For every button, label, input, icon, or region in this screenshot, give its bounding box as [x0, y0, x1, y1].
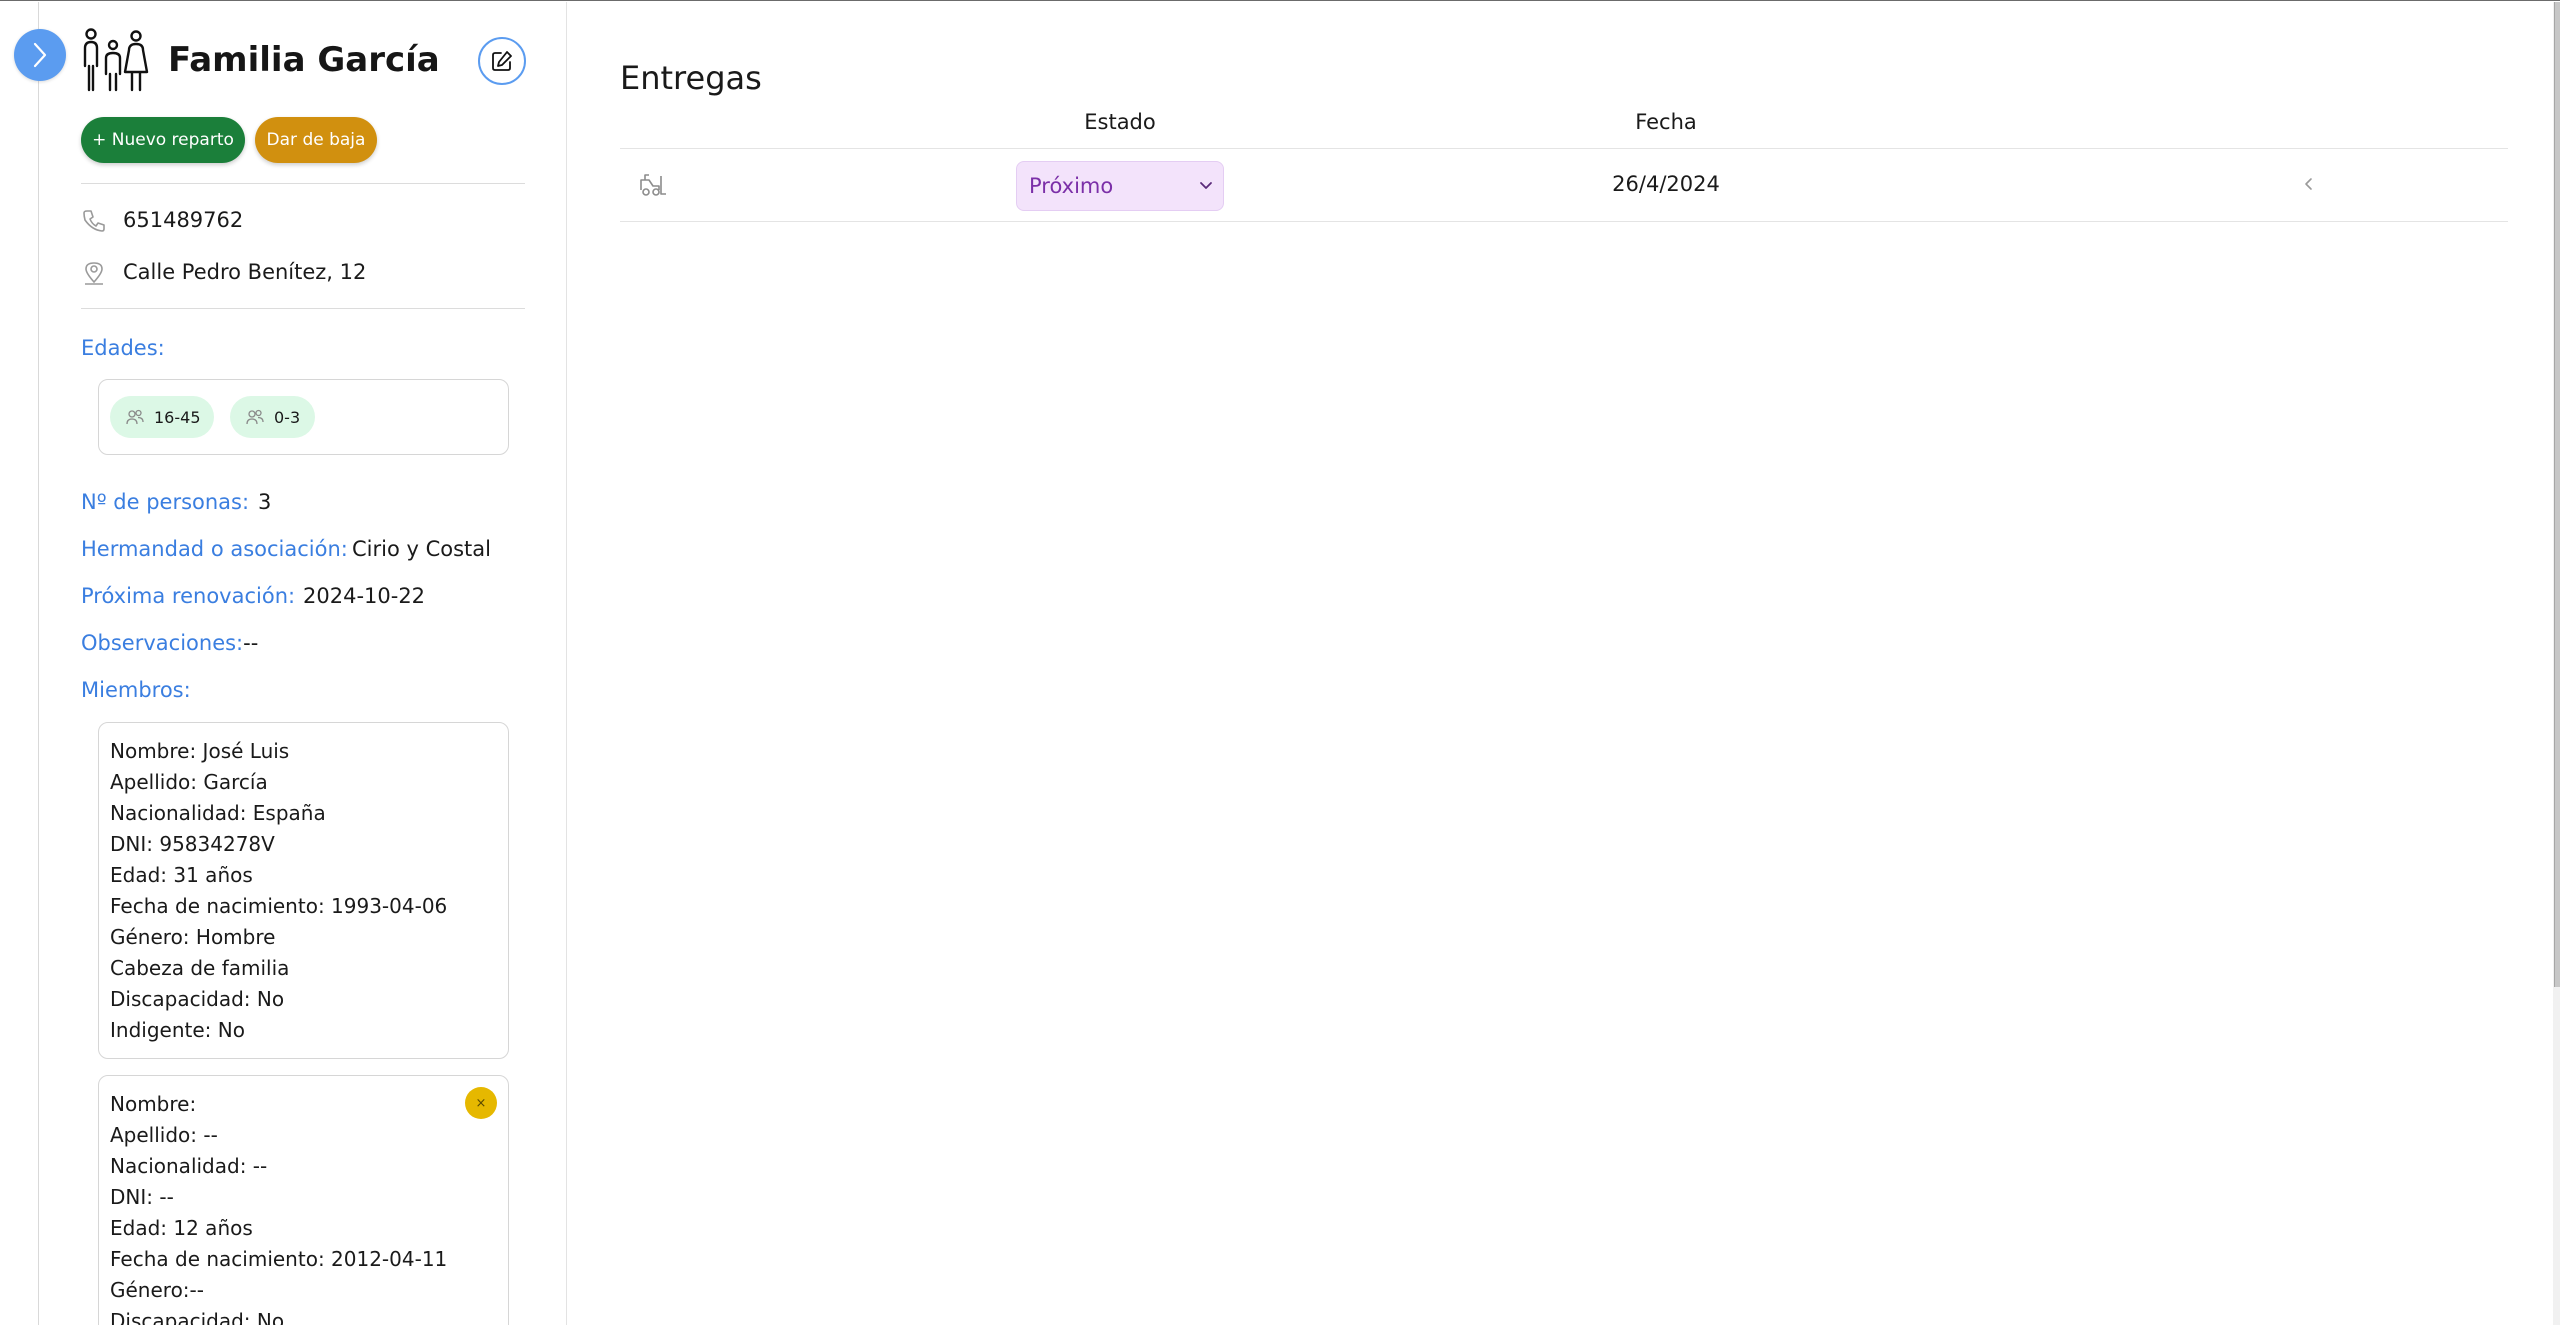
address: Calle Pedro Benítez, 12 [123, 260, 367, 284]
family-title: Familia García [168, 40, 440, 80]
table-row-divider [620, 221, 2508, 222]
chevron-left-icon[interactable] [2300, 172, 2316, 196]
app-frame: Familia García + Nuevo reparto Dar de ba… [0, 0, 2560, 1325]
members-label: Miembros: [81, 678, 191, 702]
age-chip-label: 0-3 [274, 407, 301, 427]
observations-value: -- [243, 631, 259, 655]
edit-family-button[interactable] [478, 37, 526, 85]
chevron-down-icon [1200, 182, 1212, 189]
member-name: Nombre: José Luis [110, 739, 290, 763]
member-head-of-family: Cabeza de familia [110, 956, 290, 980]
observations-label: Observaciones:-- [81, 631, 258, 655]
people-count-value: 3 [258, 490, 272, 514]
delivery-date: 26/4/2024 [1612, 172, 1720, 196]
brotherhood-value: Cirio y Costal [352, 537, 491, 561]
observations-label-text: Observaciones: [81, 631, 244, 655]
chevron-right-icon [33, 42, 47, 68]
table-header-divider [620, 148, 2508, 149]
estado-select[interactable]: Próximo [1016, 161, 1224, 211]
deregister-button[interactable]: Dar de baja [255, 117, 377, 163]
renewal-value: 2024-10-22 [303, 584, 426, 608]
member-nationality: Nacionalidad: España [110, 801, 326, 825]
age-chip: 16-45 [110, 396, 214, 438]
family-icon [83, 28, 149, 92]
divider [81, 308, 525, 309]
member-name: Nombre: [110, 1092, 197, 1116]
age-chip: 0-3 [230, 396, 315, 438]
deliveries-panel: Entregas Estado Fecha Próximo 26/4/2024 [568, 2, 2558, 1325]
member-surname: Apellido: -- [110, 1123, 218, 1147]
ages-box: 16-45 0-3 [98, 379, 509, 455]
member-dni: DNI: -- [110, 1185, 174, 1209]
location-pin-icon [85, 262, 103, 285]
member-card: × Nombre: Apellido: -- Nacionalidad: -- … [98, 1075, 509, 1325]
member-dni: DNI: 95834278V [110, 832, 275, 856]
member-gender: Género: Hombre [110, 925, 276, 949]
remove-member-button[interactable]: × [465, 1087, 497, 1119]
estado-select-value: Próximo [1029, 174, 1114, 198]
phone-number: 651489762 [123, 208, 244, 232]
member-disability: Discapacidad: No [110, 1309, 285, 1325]
member-age: Edad: 12 años [110, 1216, 253, 1240]
member-birthdate: Fecha de nacimiento: 1993-04-06 [110, 894, 448, 918]
scrollbar-thumb[interactable] [2554, 2, 2560, 987]
new-delivery-button[interactable]: + Nuevo reparto [81, 117, 245, 163]
edit-icon [492, 51, 512, 71]
people-count-label: Nº de personas: [81, 490, 250, 514]
age-chip-label: 16-45 [154, 407, 201, 427]
column-header-estado: Estado [1084, 110, 1156, 134]
ages-label: Edades: [81, 336, 165, 360]
people-icon [246, 409, 264, 425]
member-age: Edad: 31 años [110, 863, 253, 887]
member-nationality: Nacionalidad: -- [110, 1154, 268, 1178]
sidebar-toggle-button[interactable] [14, 29, 66, 81]
member-disability: Discapacidad: No [110, 987, 285, 1011]
page-title: Entregas [620, 59, 762, 97]
left-rail [0, 2, 39, 1325]
divider [81, 183, 525, 184]
people-icon [126, 409, 144, 425]
renewal-label: Próxima renovación: [81, 584, 296, 608]
family-sidebar: Familia García + Nuevo reparto Dar de ba… [39, 2, 567, 1325]
member-gender: Género:-- [110, 1278, 204, 1302]
phone-icon [83, 210, 105, 232]
member-birthdate: Fecha de nacimiento: 2012-04-11 [110, 1247, 448, 1271]
column-header-fecha: Fecha [1635, 110, 1697, 134]
truck-icon [640, 174, 666, 196]
member-surname: Apellido: García [110, 770, 268, 794]
member-card: Nombre: José Luis Apellido: García Nacio… [98, 722, 509, 1059]
brotherhood-label: Hermandad o asociación: [81, 537, 348, 561]
member-homeless: Indigente: No [110, 1018, 245, 1042]
